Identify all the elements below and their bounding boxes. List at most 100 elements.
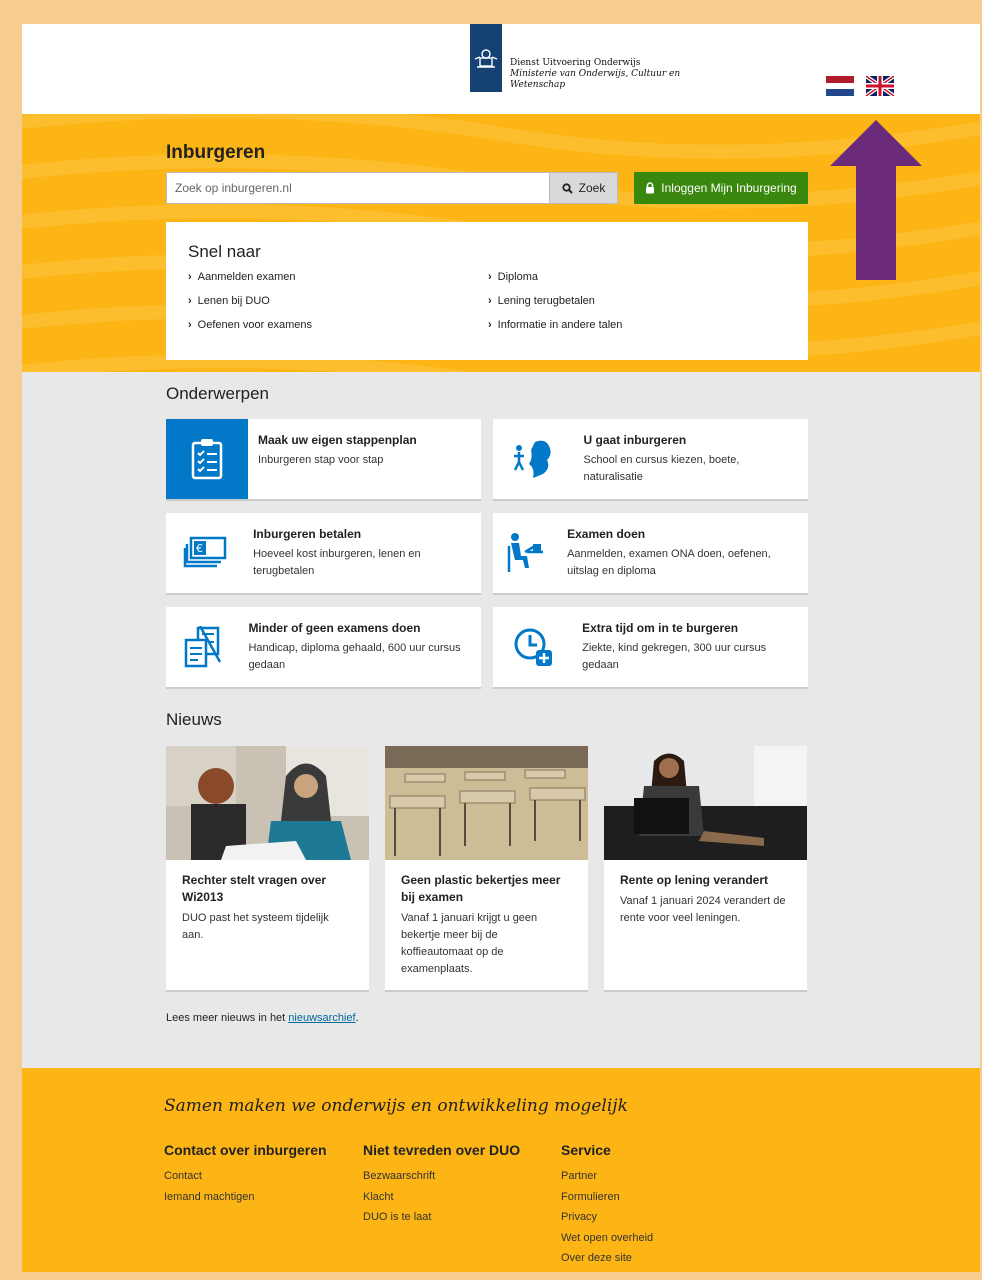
news-archive-prefix: Lees meer nieuws in het (166, 1012, 289, 1024)
topic-card-title: Maak uw eigen stappenplan (258, 433, 417, 447)
footer-link-formulieren[interactable]: Formulieren (561, 1187, 653, 1208)
news-archive-link[interactable]: nieuwsarchief (288, 1012, 355, 1024)
search-button-label: Zoek (578, 181, 606, 195)
person-at-desk-icon (493, 513, 557, 593)
dutch-flag-icon[interactable] (826, 76, 854, 96)
svg-text:€: € (196, 542, 203, 555)
search-bar: Zoek (166, 172, 618, 204)
topics-title: Onderwerpen (166, 384, 270, 403)
chevron-right-icon: › (488, 295, 492, 307)
quick-link-aanmelden-examen[interactable]: › Aanmelden examen (188, 268, 488, 286)
topic-card-title: U gaat inburgeren (583, 433, 687, 447)
footer-link-over-site[interactable]: Over deze site (561, 1248, 653, 1269)
quick-links-list: › Aanmelden examen › Diploma › Lenen bij DU… (188, 268, 786, 334)
quick-link-oefenen[interactable]: › Oefenen voor examens (188, 316, 488, 334)
crossed-documents-icon (166, 607, 238, 687)
topic-card-extra-tijd[interactable]: Extra tijd om in te burgeren Ziekte, kin… (493, 607, 808, 689)
site-header: Dienst Uitvoering Onderwijs Ministerie v… (22, 24, 980, 114)
arrow-up-icon (830, 120, 922, 280)
footer-link-bezwaarschrift[interactable]: Bezwaarschrift (363, 1166, 520, 1187)
news-card-desc: Vanaf 1 januari 2024 verandert de rente … (620, 895, 786, 924)
topic-card-title: Examen doen (567, 527, 646, 541)
footer-link-partner[interactable]: Partner (561, 1166, 653, 1187)
topic-card-stappenplan[interactable]: Maak uw eigen stappenplan Inburgeren sta… (166, 419, 481, 501)
site-footer: Samen maken we onderwijs en ontwikkeling… (22, 1068, 980, 1272)
search-input[interactable] (166, 172, 550, 204)
quick-link-label: Diploma (497, 271, 539, 283)
quick-link-diploma[interactable]: › Diploma (488, 268, 788, 286)
footer-link-te-laat[interactable]: DUO is te laat (363, 1207, 520, 1228)
chevron-right-icon: › (488, 271, 492, 283)
topic-card-betalen[interactable]: € Inburgeren betalen Hoeveel kost inburg… (166, 513, 481, 595)
quick-link-label: Aanmelden examen (197, 271, 296, 283)
news-photo-woman-laptop (604, 746, 807, 860)
netherlands-map-walker-icon (493, 419, 574, 499)
topic-card-minder-examens[interactable]: Minder of geen examens doen Handicap, di… (166, 607, 481, 689)
footer-link-contact[interactable]: Contact (164, 1166, 327, 1187)
footer-column-title: Contact over inburgeren (164, 1142, 327, 1158)
topic-card-desc: Aanmelden, examen ONA doen, oefenen, uit… (567, 548, 771, 577)
quick-link-lening-terugbetalen[interactable]: › Lening terugbetalen (488, 292, 788, 310)
news-card-bekertjes[interactable]: Geen plastic bekertjes meer bij examen V… (385, 746, 588, 992)
footer-column-niet-tevreden: Niet tevreden over DUO Bezwaarschrift Kl… (363, 1142, 520, 1228)
news-card-desc: Vanaf 1 januari krijgt u geen bekertje m… (401, 912, 538, 975)
topic-card-title: Extra tijd om in te burgeren (582, 621, 739, 635)
footer-column-title: Niet tevreden over DUO (363, 1142, 521, 1158)
page-frame: Dienst Uitvoering Onderwijs Ministerie v… (22, 24, 980, 1272)
news-card-wi2013[interactable]: Rechter stelt vragen over Wi2013 DUO pas… (166, 746, 369, 992)
ministry-line2: Wetenschap (510, 80, 566, 90)
quick-link-label: Lening terugbetalen (497, 295, 595, 307)
quick-link-lenen[interactable]: › Lenen bij DUO (188, 292, 488, 310)
news-title: Nieuws (166, 710, 222, 729)
news-photo-exam-room (385, 746, 588, 860)
footer-link-privacy[interactable]: Privacy (561, 1207, 653, 1228)
topic-card-desc: Inburgeren stap voor stap (258, 454, 384, 466)
uk-flag-icon[interactable] (866, 76, 894, 96)
news-archive-suffix: . (355, 1012, 359, 1024)
footer-column-service: Service Partner Formulieren Privacy Wet … (561, 1142, 653, 1269)
footer-link-klacht[interactable]: Klacht (363, 1187, 520, 1208)
footer-link-machtigen[interactable]: Iemand machtigen (164, 1187, 327, 1208)
topic-card-examen[interactable]: Examen doen Aanmelden, examen ONA doen, … (493, 513, 808, 595)
quick-link-label: Lenen bij DUO (197, 295, 270, 307)
news-card-title: Rechter stelt vragen over Wi2013 (182, 873, 327, 904)
quick-link-andere-talen[interactable]: › Informatie in andere talen (488, 316, 788, 334)
login-button[interactable]: Inloggen Mijn Inburgering (634, 172, 808, 204)
footer-slogan: Samen maken we onderwijs en ontwikkeling… (164, 1096, 628, 1116)
quick-links-title: Snel naar (188, 242, 261, 261)
topic-cards: Maak uw eigen stappenplan Inburgeren sta… (166, 419, 808, 689)
news-archive-text: Lees meer nieuws in het nieuwsarchief. (166, 1012, 359, 1024)
news-list: Rechter stelt vragen over Wi2013 DUO pas… (166, 746, 807, 992)
euro-banknotes-icon: € (166, 513, 243, 593)
lock-icon (646, 182, 655, 194)
topic-card-desc: Handicap, diploma gehaald, 600 uur cursu… (248, 642, 461, 671)
coat-of-arms-icon (470, 24, 502, 92)
chevron-right-icon: › (488, 319, 492, 331)
quick-link-label: Informatie in andere talen (497, 319, 623, 331)
news-card-rente[interactable]: Rente op lening verandert Vanaf 1 januar… (604, 746, 807, 992)
footer-link-wet-open-overheid[interactable]: Wet open overheid (561, 1228, 653, 1249)
logo-text: Dienst Uitvoering Onderwijs Ministerie v… (510, 58, 680, 91)
news-card-title: Geen plastic bekertjes meer bij examen (401, 873, 561, 904)
footer-column-title: Service (561, 1142, 611, 1158)
duo-logo[interactable]: Dienst Uitvoering Onderwijs Ministerie v… (470, 24, 680, 92)
ministry-line1: Ministerie van Onderwijs, Cultuur en (510, 69, 681, 79)
chevron-right-icon: › (188, 295, 192, 307)
topic-card-desc: School en cursus kiezen, boete, naturali… (583, 454, 740, 483)
chevron-right-icon: › (188, 271, 192, 283)
topic-card-desc: Ziekte, kind gekregen, 300 uur cursus ge… (582, 642, 767, 671)
quick-links-panel: Snel naar › Aanmelden examen › Diploma › Le… (166, 222, 808, 360)
topic-card-desc: Hoeveel kost inburgeren, lenen en terugb… (253, 548, 421, 577)
page-title: Inburgeren (166, 142, 266, 163)
news-photo-classroom-women (166, 746, 369, 860)
news-card-desc: DUO past het systeem tijdelijk aan. (182, 912, 329, 941)
topic-card-inburgeren[interactable]: U gaat inburgeren School en cursus kieze… (493, 419, 808, 501)
topic-card-title: Inburgeren betalen (253, 527, 362, 541)
search-button[interactable]: Zoek (550, 172, 618, 204)
chevron-right-icon: › (188, 319, 192, 331)
topic-card-title: Minder of geen examens doen (248, 621, 421, 635)
language-switch (826, 76, 894, 96)
search-icon (562, 182, 573, 194)
news-card-title: Rente op lening verandert (620, 873, 769, 887)
clock-plus-icon (493, 607, 572, 687)
